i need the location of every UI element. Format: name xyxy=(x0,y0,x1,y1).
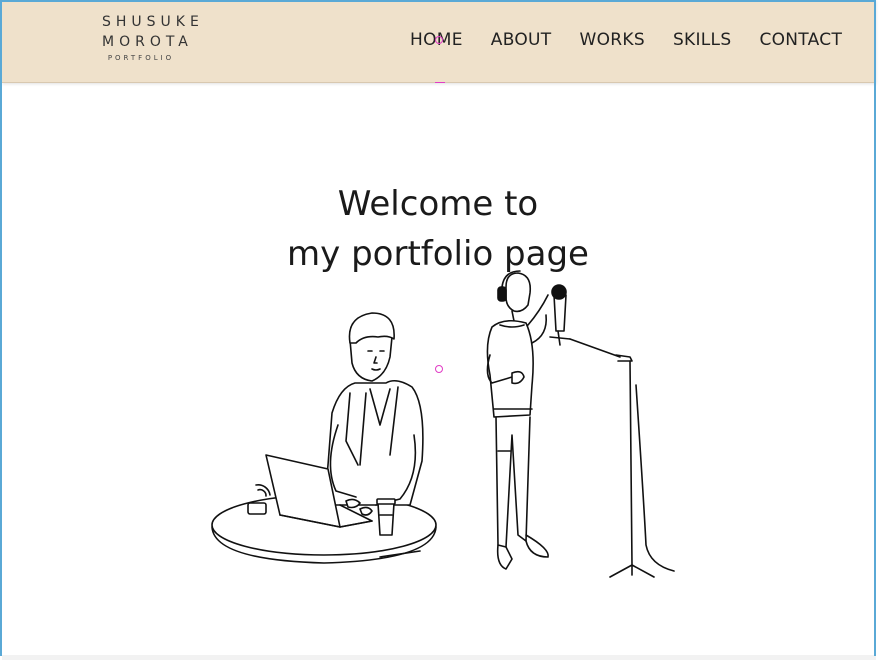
nav-contact[interactable]: CONTACT xyxy=(759,30,842,50)
page-footer-edge xyxy=(2,655,876,660)
laptop-worker-illustration xyxy=(211,312,437,564)
cursor-marker xyxy=(435,36,443,44)
logo-subtitle: PORTFOLIO xyxy=(107,54,175,62)
nav-works[interactable]: WORKS xyxy=(579,30,644,50)
hero-title-line1: Welcome to xyxy=(337,183,539,224)
singer-illustration xyxy=(486,270,675,578)
nav-skills[interactable]: SKILLS xyxy=(673,30,732,50)
hero-illustration xyxy=(211,270,675,578)
guide-marker-top xyxy=(435,82,445,83)
nav-about[interactable]: ABOUT xyxy=(491,30,552,50)
logo-name-last: MOROTA xyxy=(102,34,193,50)
hero-title: Welcome to my portfolio page xyxy=(0,179,876,279)
main-nav: HOME ABOUT WORKS SKILLS CONTACT xyxy=(410,30,870,50)
site-logo[interactable]: SHUSUKE MOROTA PORTFOLIO xyxy=(102,12,204,62)
logo-name-first: SHUSUKE xyxy=(102,14,204,30)
